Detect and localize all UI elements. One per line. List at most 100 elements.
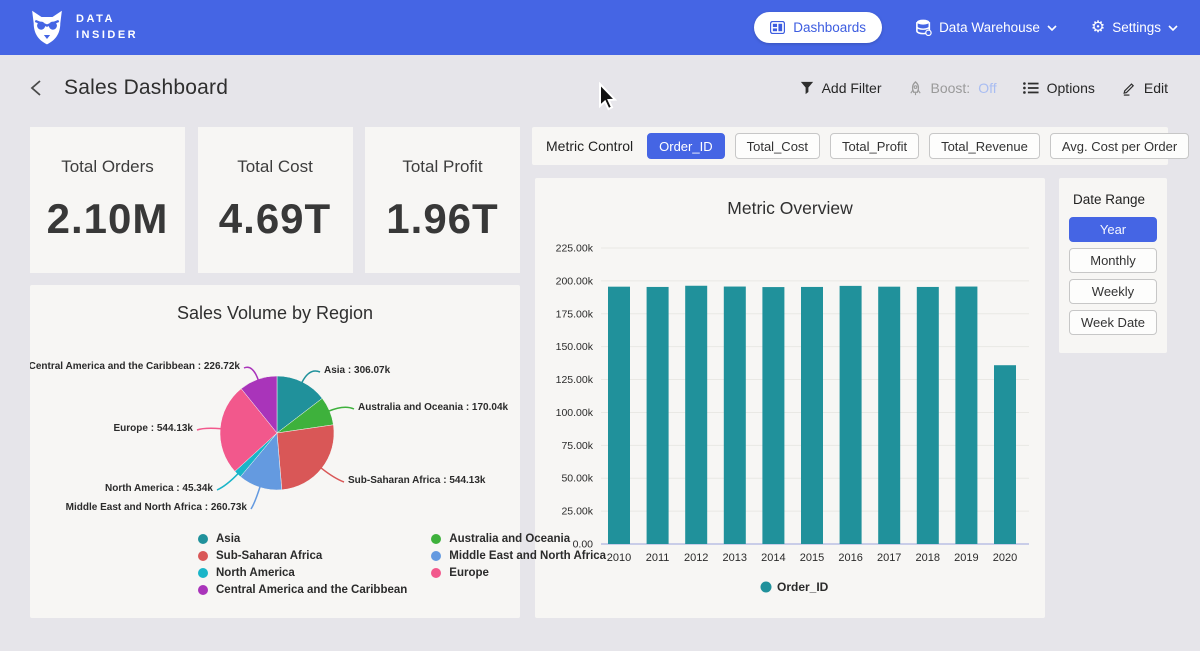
owl-logo-icon [28,10,66,46]
metric-control-label: Metric Control [546,138,633,154]
date-range-panel: Date Range Year Monthly Weekly Week Date [1059,178,1167,353]
kpi-total-profit: Total Profit 1.96T [365,127,520,273]
y-axis-tick-label: 150.00k [556,341,594,353]
x-axis-tick-label: 2018 [916,552,940,564]
metric-control-bar: Metric Control Order_ID Total_Cost Total… [532,127,1168,165]
pie-slice-label: Australia and Oceania : 170.04k [358,402,509,413]
boost-toggle[interactable]: Boost: Off [908,80,997,96]
date-range-week-date-button[interactable]: Week Date [1069,310,1157,335]
page-title: Sales Dashboard [64,76,228,100]
metric-chip-total-cost[interactable]: Total_Cost [735,133,820,159]
bar-2010[interactable] [608,287,630,544]
bar-2020[interactable] [994,365,1016,544]
legend-item-asia: Asia [198,533,407,545]
kpi-value: 1.96T [386,195,498,243]
y-axis-tick-label: 225.00k [556,243,594,255]
date-range-year-button[interactable]: Year [1069,217,1157,242]
kpi-value: 4.69T [219,195,331,243]
y-axis-tick-label: 25.00k [561,506,593,518]
kpi-row: Total Orders 2.10M Total Cost 4.69T Tota… [30,127,520,273]
bar-2018[interactable] [917,287,939,544]
bar-2016[interactable] [840,286,862,544]
x-axis-tick-label: 2010 [607,552,631,564]
metric-chip-avg-cost-per-order[interactable]: Avg. Cost per Order [1050,133,1189,159]
top-navbar: DATA INSIDER Dashboards Data Warehouse [0,0,1200,55]
legend-item-north-america: North America [198,567,407,579]
kpi-label: Total Orders [61,157,154,177]
x-axis-tick-label: 2015 [800,552,824,564]
date-range-monthly-button[interactable]: Monthly [1069,248,1157,273]
gear-icon: ⚙ [1091,20,1105,36]
bar-2017[interactable] [878,287,900,544]
date-range-label: Date Range [1073,192,1157,207]
options-button[interactable]: Options [1023,80,1095,96]
x-axis-tick-label: 2020 [993,552,1017,564]
legend-dot [198,568,208,578]
pie-label-line [197,428,221,430]
database-icon [916,19,932,36]
pie-slice-label: Europe : 544.13k [114,423,194,434]
x-axis-tick-label: 2017 [877,552,901,564]
chevron-down-icon [1047,25,1057,31]
bar-2013[interactable] [724,287,746,544]
date-range-weekly-button[interactable]: Weekly [1069,279,1157,304]
chevron-down-icon [1168,25,1178,31]
kpi-label: Total Cost [237,157,313,177]
bar-2015[interactable] [801,287,823,544]
legend-dot [198,534,208,544]
dashboards-button[interactable]: Dashboards [754,12,882,43]
pie-legend: Asia Sub-Saharan Africa North America Ce… [198,533,606,596]
add-filter-button[interactable]: Add Filter [800,80,882,96]
x-axis-tick-label: 2019 [954,552,978,564]
x-axis-tick-label: 2012 [684,552,708,564]
bar-2014[interactable] [762,287,784,544]
x-axis-tick-label: 2011 [646,552,670,564]
brand-text: DATA INSIDER [76,12,138,44]
pie-slice-label: Asia : 306.07k [324,365,391,376]
kpi-label: Total Profit [402,157,482,177]
y-axis-tick-label: 100.00k [556,407,594,419]
y-axis-tick-label: 200.00k [556,275,594,287]
boost-state: Off [978,80,996,96]
bar-2019[interactable] [955,287,977,544]
x-axis-tick-label: 2013 [723,552,747,564]
pie-label-line [217,473,238,490]
metric-overview-chart: 225.00k 200.00k 175.00k 150.00k 125.00k 100.0… [535,178,1045,618]
bar-2012[interactable] [685,286,707,544]
pencil-icon [1121,81,1136,96]
bar-legend-label: Order_ID [777,580,829,594]
edit-button[interactable]: Edit [1121,80,1168,96]
pie-slice-label: Central America and the Caribbean : 226.… [30,361,240,372]
metric-chip-order-id[interactable]: Order_ID [647,133,724,159]
settings-menu[interactable]: ⚙ Settings [1091,20,1178,36]
x-axis-tick-label: 2016 [838,552,862,564]
pie-label-line [251,486,260,509]
y-axis-tick-label: 75.00k [561,440,593,452]
metric-chip-total-revenue[interactable]: Total_Revenue [929,133,1040,159]
pie-slice-sub-saharan-africa[interactable] [277,425,334,490]
metric-overview-card: Metric Overview 225.00k200.00k175.00k150… [535,178,1045,618]
metric-chip-total-profit[interactable]: Total_Profit [830,133,919,159]
brand-logo[interactable]: DATA INSIDER [28,10,138,46]
legend-item-central-america: Central America and the Caribbean [198,584,407,596]
bar-2011[interactable] [647,287,669,544]
pie-label-line [302,371,320,383]
y-axis-tick-label: 50.00k [561,473,593,485]
pie-label-line [329,407,354,411]
legend-dot [431,534,441,544]
legend-item-sub-saharan-africa: Sub-Saharan Africa [198,550,407,562]
legend-item-australia-oceania: Australia and Oceania [431,533,606,545]
bar-legend-dot [761,582,772,593]
pie-slice-label: Middle East and North Africa : 260.73k [66,502,248,513]
page-header: Sales Dashboard Add Filter Boost: Off Op [0,55,1200,121]
kpi-total-orders: Total Orders 2.10M [30,127,185,273]
pie-label-line [244,367,258,380]
filter-icon [800,81,814,95]
sales-volume-card: Sales Volume by Region Asia : 306.07kAus… [30,285,520,618]
pie-slice-label: Sub-Saharan Africa : 544.13k [348,475,486,486]
kpi-total-cost: Total Cost 4.69T [198,127,353,273]
data-warehouse-menu[interactable]: Data Warehouse [916,19,1057,36]
y-axis-tick-label: 125.00k [556,374,594,386]
y-axis-tick-label: 175.00k [556,308,594,320]
back-icon[interactable] [30,79,42,97]
